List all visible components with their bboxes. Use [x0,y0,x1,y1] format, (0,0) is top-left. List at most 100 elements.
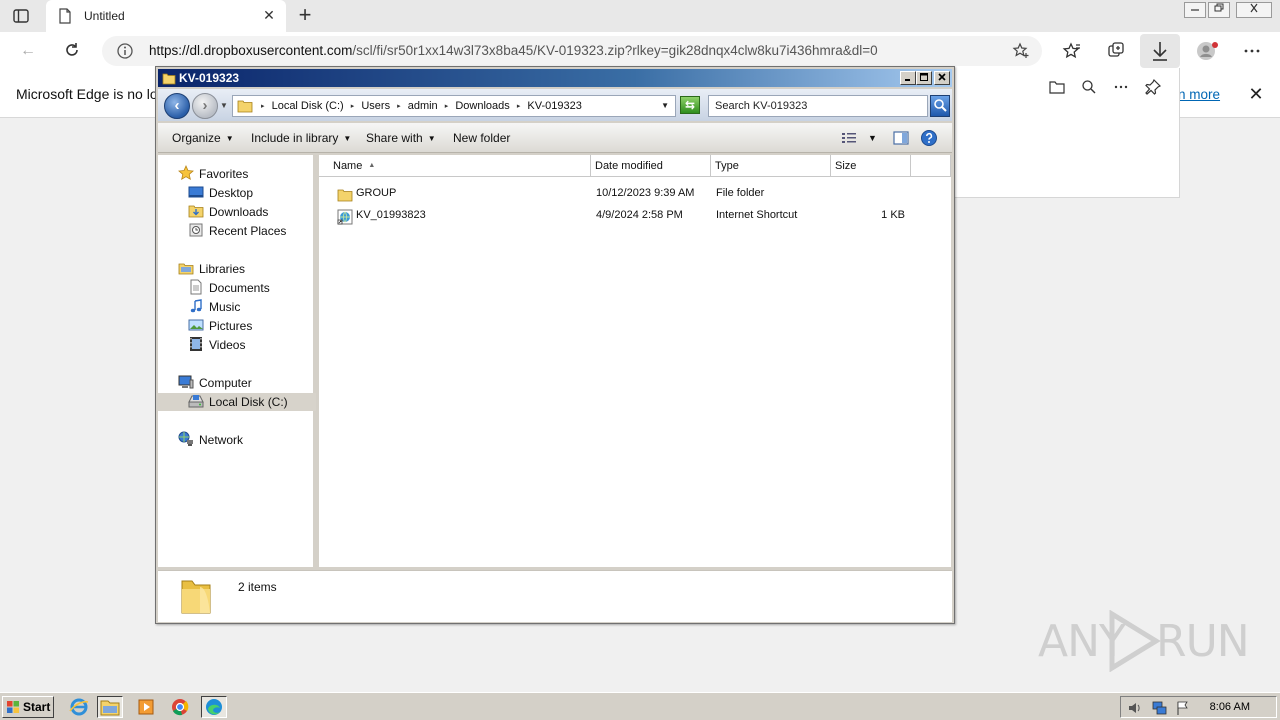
start-label: Start [23,700,51,714]
chrome-icon[interactable] [167,696,193,718]
close-window-icon[interactable] [1236,2,1272,18]
nav-downloads-label: Downloads [209,205,269,219]
breadcrumb-separator-icon[interactable]: ▸ [351,103,355,110]
start-button[interactable]: Start [2,696,54,718]
include-in-library-button[interactable]: Include in library ▼ [251,131,351,145]
help-icon[interactable] [920,129,938,147]
folder-icon [337,187,353,203]
downloads-button[interactable] [1140,34,1180,68]
explorer-search-input[interactable]: Search KV-019323 [708,95,928,117]
open-folder-icon[interactable] [1047,78,1067,98]
explorer-taskbar-icon[interactable] [97,696,123,718]
breadcrumb-separator-icon[interactable]: ▸ [397,103,401,110]
search-icon[interactable] [930,95,950,117]
nav-favorites[interactable]: Favorites [178,165,248,183]
column-header-size[interactable]: Size [831,155,911,177]
back-arrow-icon[interactable]: ‹ [164,93,190,119]
nav-recent-places[interactable]: Recent Places [188,222,286,240]
view-options-icon[interactable] [840,129,858,147]
breadcrumb-folder-icon [237,99,253,113]
edge-icon[interactable] [201,696,227,718]
profile-avatar-icon[interactable] [1196,41,1220,61]
nav-libraries[interactable]: Libraries [178,260,245,278]
explorer-maximize-icon[interactable] [916,71,932,85]
explorer-close-icon[interactable] [934,71,950,85]
nav-pictures-label: Pictures [209,319,253,333]
breadcrumb-separator-icon[interactable]: ▸ [517,103,521,110]
share-with-label: Share with [366,131,423,145]
info-icon[interactable] [116,42,134,60]
favorites-icon[interactable] [1062,41,1082,61]
column-header-type[interactable]: Type [711,155,831,177]
new-folder-button[interactable]: New folder [453,131,510,145]
internet-explorer-icon[interactable] [66,696,92,718]
pin-icon[interactable] [1143,78,1163,98]
tab-actions-icon[interactable] [12,7,30,25]
more-menu-icon[interactable] [1242,41,1262,61]
breadcrumb-item[interactable]: Downloads [455,100,509,112]
collections-icon[interactable] [1106,41,1126,61]
table-row[interactable]: GROUP 10/12/2023 9:39 AM File folder [319,183,919,203]
explorer-refresh-icon[interactable]: ⇆ [680,96,700,114]
browser-tab[interactable]: Untitled ✕ [46,0,286,32]
preview-pane-icon[interactable] [892,129,910,147]
nav-local-disk[interactable]: Local Disk (C:) [158,393,316,411]
share-with-button[interactable]: Share with ▼ [366,131,436,145]
add-favorite-icon[interactable] [1012,42,1030,60]
explorer-minimize-icon[interactable] [900,71,916,85]
breadcrumb-item[interactable]: KV-019323 [527,100,581,112]
nav-videos-label: Videos [209,338,246,352]
breadcrumb-separator-icon[interactable]: ▸ [445,103,449,110]
organize-button[interactable]: Organize ▼ [172,131,234,145]
url-host: https://dl.dropboxusercontent.com [149,43,353,58]
infobar-close-icon[interactable]: ✕ [1246,84,1266,104]
new-tab-button[interactable]: + [294,4,316,26]
breadcrumb-item[interactable]: Users [361,100,390,112]
volume-icon[interactable] [1127,700,1143,716]
nav-videos[interactable]: Videos [188,336,245,354]
column-header-date[interactable]: Date modified [591,155,711,177]
downloads-panel [954,68,1180,198]
nav-desktop[interactable]: Desktop [188,184,253,202]
table-row[interactable]: KV_01993823 4/9/2024 2:58 PM Internet Sh… [319,205,919,225]
desktop-icon [188,184,204,200]
breadcrumb-separator-icon[interactable]: ▸ [261,103,265,110]
refresh-icon[interactable] [62,41,82,61]
file-date: 10/12/2023 9:39 AM [596,187,695,199]
chevron-down-icon: ▼ [427,134,436,143]
column-header-name[interactable]: Name ▲ [319,155,591,177]
downloads-more-icon[interactable] [1111,78,1131,98]
breadcrumb-item[interactable]: Local Disk (C:) [272,100,344,112]
nav-computer[interactable]: Computer [178,374,252,392]
restore-icon[interactable] [1208,2,1230,18]
minimize-icon[interactable] [1184,2,1206,18]
view-dropdown-icon[interactable]: ▼ [868,133,877,143]
back-icon[interactable]: ← [18,41,38,61]
flag-icon[interactable] [1175,700,1191,716]
explorer-address-row: ‹ › ▼ ▸ Local Disk (C:) ▸ Users ▸ admin … [158,89,952,121]
forward-arrow-icon[interactable]: › [192,93,218,119]
explorer-titlebar[interactable]: KV-019323 [158,69,952,87]
url-text[interactable]: https://dl.dropboxusercontent.com/scl/fi… [149,43,878,58]
breadcrumb-item[interactable]: admin [408,100,438,112]
breadcrumb[interactable]: ▸ Local Disk (C:) ▸ Users ▸ admin ▸ Down… [232,95,676,117]
address-bar[interactable]: https://dl.dropboxusercontent.com/scl/fi… [102,36,1042,66]
tab-close-icon[interactable]: ✕ [260,6,278,24]
media-player-icon[interactable] [133,696,159,718]
nav-music-label: Music [209,300,241,314]
nav-pictures[interactable]: Pictures [188,317,252,335]
nav-documents[interactable]: Documents [188,279,270,297]
file-list: Name ▲ Date modified Type Size GROUP 10/1… [319,155,951,567]
nav-downloads[interactable]: Downloads [188,203,268,221]
history-dropdown-icon[interactable]: ▼ [220,101,228,110]
navigation-pane: Favorites Desktop Downloads Recent Place… [158,155,316,567]
address-dropdown-icon[interactable]: ▼ [661,101,669,110]
nav-music[interactable]: Music [188,298,240,316]
details-pane: 2 items [158,570,952,622]
folder-icon [162,71,176,85]
clock: 8:06 AM [1209,701,1250,713]
network-tray-icon[interactable] [1151,700,1167,716]
explorer-command-bar: Organize ▼ Include in library ▼ Share with… [158,123,952,153]
search-downloads-icon[interactable] [1079,78,1099,98]
nav-network[interactable]: Network [178,431,243,449]
